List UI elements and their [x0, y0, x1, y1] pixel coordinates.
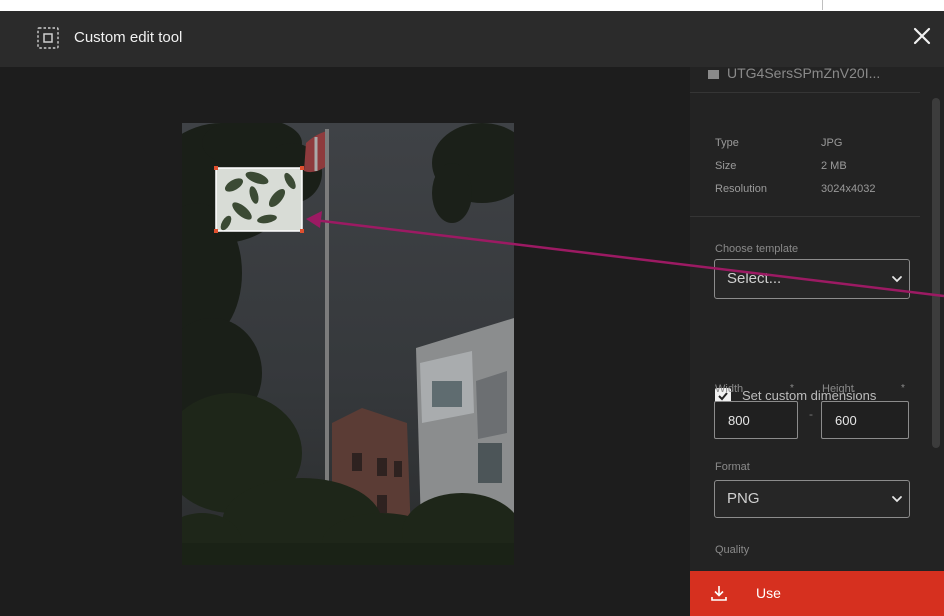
dimension-separator: -: [809, 407, 813, 421]
width-label: Width: [715, 383, 744, 395]
crop-frame-icon: [37, 27, 59, 49]
close-icon[interactable]: [910, 24, 934, 48]
format-label: Format: [715, 461, 750, 473]
file-icon: [708, 69, 719, 79]
settings-panel: UTG4SersSPmZnV20I... Type JPG Size 2 MB Re…: [690, 65, 944, 616]
divider: [690, 216, 920, 217]
modal-header: Custom edit tool: [0, 11, 944, 67]
modal-title: Custom edit tool: [74, 29, 183, 46]
type-value: JPG: [821, 137, 843, 149]
top-strip-tick: [822, 0, 823, 10]
width-required-mark: *: [790, 383, 794, 394]
size-value: 2 MB: [821, 160, 847, 172]
template-select-value: Select...: [727, 270, 782, 287]
edit-modal: Custom edit tool UTG4SersSPmZnV20I... Ty…: [0, 11, 944, 616]
download-icon: [711, 586, 727, 601]
resolution-label: Resolution: [715, 183, 767, 195]
file-meta: Type JPG Size 2 MB Resolution 3024x4032: [715, 137, 875, 206]
chevron-down-icon: [892, 496, 902, 503]
use-button-label: Use: [756, 585, 781, 601]
width-input[interactable]: 800: [714, 401, 798, 439]
format-select-value: PNG: [727, 490, 760, 507]
preview-image: [182, 123, 514, 565]
use-button[interactable]: Use: [690, 571, 944, 616]
panel-scrollbar[interactable]: [932, 98, 940, 448]
template-label: Choose template: [715, 243, 799, 255]
quality-label: Quality: [715, 544, 750, 556]
top-strip: [0, 0, 944, 11]
image-canvas: [0, 67, 690, 616]
type-label: Type: [715, 137, 739, 149]
format-select[interactable]: PNG: [714, 480, 910, 518]
divider: [690, 92, 920, 93]
height-required-mark: *: [901, 383, 905, 394]
size-label: Size: [715, 160, 737, 172]
file-name-text: UTG4SersSPmZnV20I...: [727, 65, 881, 81]
chevron-down-icon: [892, 276, 902, 283]
height-input[interactable]: 600: [821, 401, 909, 439]
file-name: UTG4SersSPmZnV20I...: [708, 65, 880, 81]
template-select[interactable]: Select...: [714, 259, 910, 299]
height-label: Height: [822, 383, 854, 395]
resolution-value: 3024x4032: [821, 183, 876, 195]
